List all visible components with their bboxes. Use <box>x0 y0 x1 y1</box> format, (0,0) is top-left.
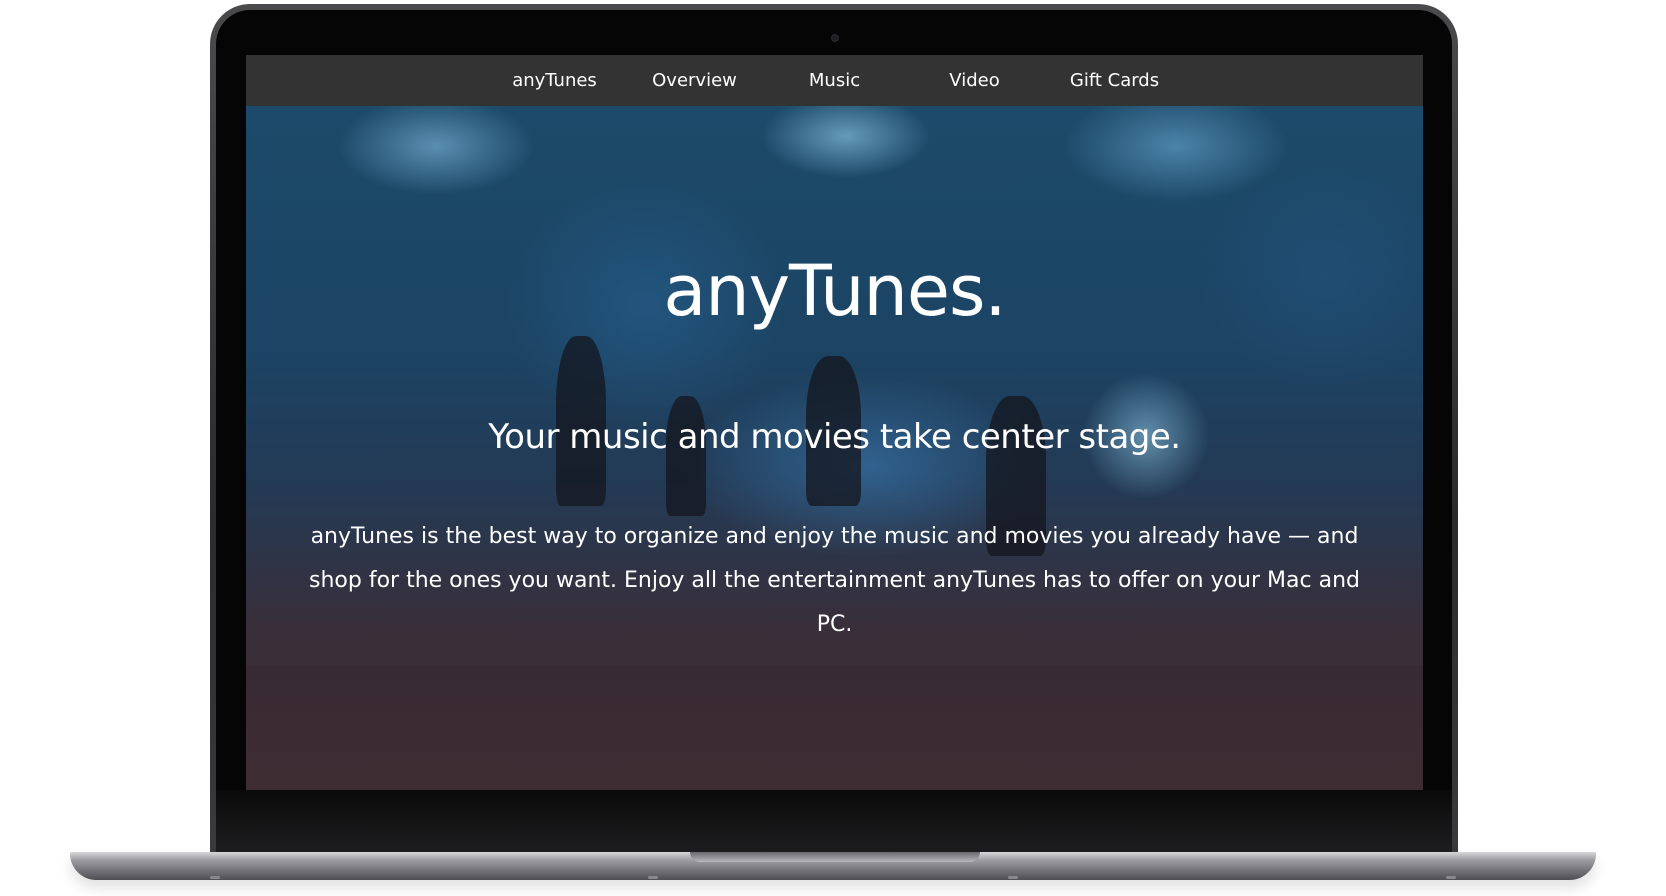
camera-icon <box>831 34 839 42</box>
laptop-mockup: anyTunes Overview Music Video Gift Cards… <box>0 0 1666 896</box>
laptop-foot <box>648 876 658 879</box>
laptop-foot <box>1008 876 1018 879</box>
nav-item-overview[interactable]: Overview <box>625 70 765 91</box>
top-navbar: anyTunes Overview Music Video Gift Cards <box>246 55 1423 106</box>
hero-title: anyTunes. <box>663 250 1006 332</box>
laptop-foot <box>1446 876 1456 879</box>
hero-description: anyTunes is the best way to organize and… <box>309 524 1360 637</box>
hero-subtitle: Your music and movies take center stage. <box>488 417 1181 457</box>
nav-item-video[interactable]: Video <box>905 70 1045 91</box>
website-screen: anyTunes Overview Music Video Gift Cards… <box>246 55 1423 790</box>
nav-item-gift-cards[interactable]: Gift Cards <box>1045 70 1185 91</box>
screen-chin <box>216 790 1452 852</box>
laptop-hinge-notch <box>690 852 980 862</box>
nav-item-anytunes[interactable]: anyTunes <box>485 70 625 91</box>
nav-item-music[interactable]: Music <box>765 70 905 91</box>
crowd-silhouette <box>246 666 1423 790</box>
laptop-foot <box>210 876 220 879</box>
